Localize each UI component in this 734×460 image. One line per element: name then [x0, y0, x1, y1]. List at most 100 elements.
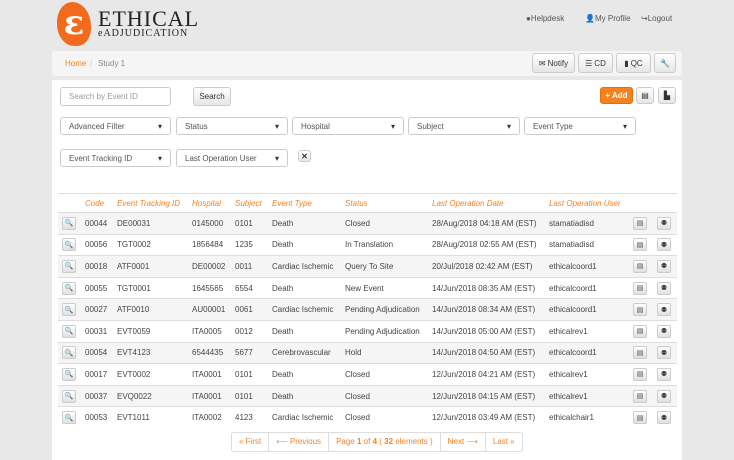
cell-event-tracking-id: ATF0001	[117, 255, 192, 278]
clear-filters-button[interactable]: ✕	[298, 150, 311, 162]
cell-status: Closed	[345, 212, 432, 235]
assign-user-button[interactable]: ⚉	[657, 238, 671, 252]
last-operation-user-select[interactable]: Last Operation User	[176, 149, 288, 167]
history-button[interactable]: ▤	[633, 367, 647, 381]
zoom-icon: 🔍	[64, 220, 74, 228]
table-icon: ▤	[636, 306, 644, 314]
cell-event-type: Death	[272, 212, 345, 235]
header-subject[interactable]: Subject	[235, 193, 272, 213]
cell-event-type: Death	[272, 384, 345, 407]
view-cell: 🔍	[58, 384, 85, 407]
assign-user-button[interactable]: ⚉	[657, 216, 671, 230]
history-button[interactable]: ▤	[633, 259, 647, 273]
cell-last-operation-date: 28/Aug/2018 02:55 AM (EST)	[432, 233, 549, 256]
history-button[interactable]: ▤	[633, 346, 647, 360]
view-details-button[interactable]: 🔍	[62, 216, 76, 230]
view-details-button[interactable]: 🔍	[62, 281, 76, 295]
advanced-filter-select[interactable]: Advanced Filter	[60, 117, 171, 135]
history-button[interactable]: ▤	[633, 324, 647, 338]
assign-user-button[interactable]: ⚉	[657, 303, 671, 317]
page-label: Page	[336, 437, 355, 446]
status-select[interactable]: Status	[176, 117, 288, 135]
header-last-operation-date[interactable]: Last Operation Date	[432, 193, 549, 213]
history-button[interactable]: ▤	[633, 389, 647, 403]
assign-user-button[interactable]: ⚉	[657, 346, 671, 360]
user-icon: ⚉	[660, 285, 668, 293]
cell-event-tracking-id: ATF0010	[117, 298, 192, 321]
history-button[interactable]: ▤	[633, 216, 647, 230]
zoom-icon: 🔍	[64, 393, 74, 401]
list-icon: ☰	[585, 58, 593, 68]
header-last-operation-user[interactable]: Last Operation User	[549, 193, 633, 213]
header-code[interactable]: Code	[85, 193, 117, 213]
header-hospital[interactable]: Hospital	[192, 193, 235, 213]
view-details-button[interactable]: 🔍	[62, 367, 76, 381]
export-excel-button[interactable]: ▤	[636, 87, 654, 104]
table-header: Code Event Tracking ID Hospital Subject …	[58, 193, 677, 213]
cell-event-tracking-id: EVT0059	[117, 319, 192, 343]
view-details-button[interactable]: 🔍	[62, 411, 76, 425]
table-row: 🔍 00018 ATF0001 DE00002 0011 Cardiac Ischemic…	[58, 255, 677, 278]
events-table: Code Event Tracking ID Hospital Subject …	[58, 193, 677, 429]
header-event-type[interactable]: Event Type	[272, 193, 345, 213]
view-details-button[interactable]: 🔍	[62, 238, 76, 252]
add-button[interactable]: + Add	[600, 87, 633, 104]
notify-button[interactable]: ✉ Notify	[532, 53, 575, 73]
table-row: 🔍 00037 EVQ0022 ITA0001 0101 Death Closed 12/Ju…	[58, 384, 677, 407]
next-page-link[interactable]: Next ⟶	[439, 433, 485, 451]
history-button[interactable]: ▤	[633, 281, 647, 295]
history-button[interactable]: ▤	[633, 303, 647, 317]
profile-link[interactable]: 👤My Profile	[585, 14, 631, 23]
event-type-select[interactable]: Event Type	[524, 117, 636, 135]
view-details-button[interactable]: 🔍	[62, 346, 76, 360]
assign-user-button[interactable]: ⚉	[657, 324, 671, 338]
history-button[interactable]: ▤	[633, 238, 647, 252]
brand-subtitle: eADJUDICATION	[98, 28, 189, 39]
previous-page-link[interactable]: ⟵ Previous	[268, 433, 328, 451]
breadcrumb-home[interactable]: Home	[65, 59, 86, 68]
zoom-icon: 🔍	[64, 263, 74, 271]
last-page-link[interactable]: Last »	[484, 433, 522, 451]
assign-user-button[interactable]: ⚉	[657, 259, 671, 273]
qc-button[interactable]: ▮ QC	[616, 53, 651, 73]
user-icon: 👤	[585, 14, 595, 23]
assign-user-button[interactable]: ⚉	[657, 367, 671, 381]
table-icon: ▤	[636, 241, 644, 249]
first-page-link[interactable]: « First	[232, 433, 268, 451]
cd-button[interactable]: ☰ CD	[578, 53, 613, 73]
elements-label: elements )	[395, 437, 433, 446]
cell-event-tracking-id: DE00031	[117, 212, 192, 235]
view-details-button[interactable]: 🔍	[62, 303, 76, 317]
view-details-button[interactable]: 🔍	[62, 259, 76, 273]
cell-hospital: 1645565	[192, 276, 235, 299]
view-details-button[interactable]: 🔍	[62, 324, 76, 338]
cell-last-operation-user: stamatiadisd	[549, 233, 633, 256]
cell-last-operation-date: 14/Jun/2018 05:00 AM (EST)	[432, 319, 549, 343]
header-event-tracking-id[interactable]: Event Tracking ID	[117, 193, 192, 213]
assign-user-button[interactable]: ⚉	[657, 389, 671, 403]
user-icon: ⚉	[660, 220, 668, 228]
cell-event-tracking-id: EVT4123	[117, 341, 192, 364]
subject-select[interactable]: Subject	[408, 117, 520, 135]
history-button[interactable]: ▤	[633, 411, 647, 425]
event-tracking-id-select[interactable]: Event Tracking ID	[60, 149, 171, 167]
icon-cell: ⚉	[657, 384, 677, 407]
hospital-select[interactable]: Hospital	[292, 117, 404, 135]
header-status[interactable]: Status	[345, 193, 432, 213]
assign-user-button[interactable]: ⚉	[657, 281, 671, 295]
settings-button[interactable]: 🔧	[654, 53, 676, 73]
cell-subject: 0101	[235, 212, 272, 235]
cd-label: CD	[594, 58, 606, 68]
logout-link[interactable]: ↪Logout	[641, 14, 672, 23]
search-input[interactable]: Search by Event ID	[60, 87, 171, 106]
assign-user-button[interactable]: ⚉	[657, 411, 671, 425]
view-details-button[interactable]: 🔍	[62, 389, 76, 403]
table-row: 🔍 00053 EVT1011 ITA0002 4123 Cardiac Ischemic…	[58, 406, 677, 429]
export-file-button[interactable]: ▙	[658, 87, 676, 104]
helpdesk-link[interactable]: ●Helpdesk	[526, 14, 564, 23]
zoom-icon: 🔍	[64, 414, 74, 422]
zoom-icon: 🔍	[64, 285, 74, 293]
cell-status: New Event	[345, 276, 432, 299]
search-button[interactable]: Search	[193, 87, 231, 106]
header-icons	[657, 193, 677, 213]
